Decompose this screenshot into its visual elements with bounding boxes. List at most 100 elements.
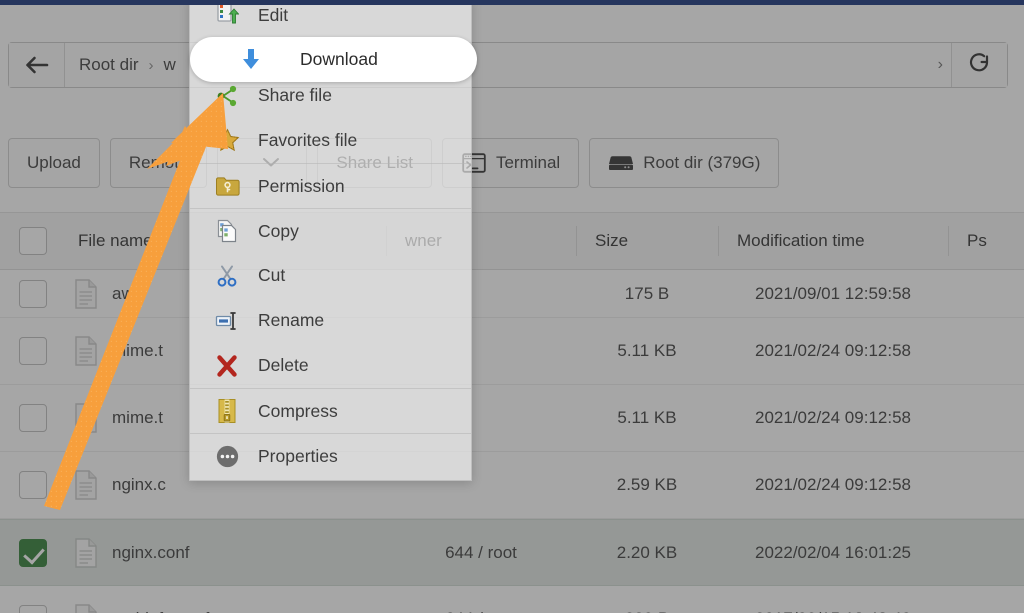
star-icon <box>214 128 240 154</box>
breadcrumb-item-1[interactable]: w <box>164 55 176 75</box>
row-file-name: nginx.c <box>112 475 166 494</box>
context-menu-item-rename[interactable]: Rename <box>190 298 471 343</box>
properties-icon <box>214 443 240 469</box>
row-file-name: mime.t <box>112 341 163 360</box>
row-checkbox-cell <box>0 279 66 308</box>
action-toolbar: Upload Remote Share List <box>8 138 1018 188</box>
row-checkbox-checked[interactable] <box>19 538 47 567</box>
header-size[interactable]: Size <box>576 226 718 256</box>
context-menu-label-edit: Edit <box>258 5 289 25</box>
delete-icon <box>214 353 240 379</box>
row-size: 2.20 KB <box>616 542 678 562</box>
breadcrumb-item-0[interactable]: Root dir <box>79 55 139 75</box>
header-modification-time[interactable]: Modification time <box>718 226 948 256</box>
context-menu-item-download[interactable]: Download <box>190 37 477 82</box>
share-icon <box>214 83 240 109</box>
scissors-icon <box>214 263 240 289</box>
context-menu-label-properties: Properties <box>258 445 338 466</box>
row-modification-time: 2022/02/04 16:01:25 <box>755 542 911 562</box>
context-menu-label-share-file: Share file <box>258 85 332 105</box>
refresh-icon <box>968 51 992 80</box>
row-size: 2.59 KB <box>616 475 678 494</box>
root-dir-button[interactable]: Root dir (379G) <box>589 138 780 188</box>
file-table: File name wner Size Modification time Ps <box>0 212 1024 613</box>
context-menu-label-copy: Copy <box>258 220 299 241</box>
row-checkbox[interactable] <box>19 471 47 499</box>
context-menu-label-favorites-file: Favorites file <box>258 130 358 150</box>
row-file-name: pathinfo.conf <box>112 609 209 613</box>
context-menu-item-delete[interactable]: Delete <box>190 343 471 388</box>
root-dir-button-label: Root dir (379G) <box>643 153 761 172</box>
browser-top-strip <box>0 0 1024 5</box>
row-owner: 644 / root <box>386 609 576 613</box>
context-menu-label-compress: Compress <box>258 400 338 421</box>
table-row[interactable]: pathinfo.conf 644 / root 289 B 2017/09/1… <box>0 586 1024 613</box>
rename-icon <box>214 308 240 334</box>
file-icon <box>74 278 98 309</box>
context-menu-item-properties[interactable]: Properties <box>190 433 471 478</box>
context-menu-label-rename: Rename <box>258 310 325 330</box>
row-checkbox-cell <box>0 471 66 499</box>
header-ps[interactable]: Ps <box>948 226 1024 256</box>
table-row[interactable]: awa 175 B 2021/09/01 12:59:58 <box>0 270 1024 318</box>
context-menu-label-permission: Permission <box>258 175 345 196</box>
row-modification-time: 2021/09/01 12:59:58 <box>755 283 911 303</box>
file-icon <box>74 403 98 433</box>
row-checkbox-cell <box>0 404 66 432</box>
table-row[interactable]: mime.t 5.11 KB 2021/02/24 09:12:58 <box>0 385 1024 452</box>
row-size: 289 B <box>576 609 718 613</box>
remote-button-label: Remote <box>128 153 189 172</box>
upload-button[interactable]: Upload <box>8 138 100 188</box>
context-menu-item-cut[interactable]: Cut <box>190 253 471 298</box>
row-checkbox[interactable] <box>19 337 47 365</box>
breadcrumb-trailing-chevron-icon: › <box>937 56 943 73</box>
row-checkbox-cell <box>0 538 66 567</box>
file-context-menu: Edit Download Download <box>189 0 477 481</box>
row-file-name: nginx.conf <box>112 542 190 562</box>
select-all-checkbox[interactable] <box>19 227 47 255</box>
hard-drive-icon <box>608 150 634 176</box>
context-menu-item-copy[interactable]: Copy <box>190 208 471 253</box>
file-manager-window: Root dir › w › Upload Remote Terminal Ro… <box>0 0 1024 613</box>
back-button[interactable] <box>9 43 65 87</box>
context-menu-label-cut: Cut <box>258 265 286 285</box>
copy-icon <box>214 218 240 244</box>
row-size: 175 B <box>624 283 670 303</box>
row-size: 5.11 KB <box>617 341 677 360</box>
context-menu-item-permission[interactable]: Permission <box>190 163 471 208</box>
context-menu-label-download: Download <box>300 49 378 69</box>
terminal-button-label: Terminal <box>495 153 561 172</box>
table-row[interactable]: mime.t 5.11 KB 2021/02/24 09:12:58 <box>0 318 1024 385</box>
context-menu-label-delete: Delete <box>258 355 309 375</box>
table-header-row: File name wner Size Modification time Ps <box>0 212 1024 270</box>
context-menu-item-compress[interactable]: Compress <box>190 388 471 433</box>
table-row-selected[interactable]: nginx.conf 644 / root 2.20 KB 2022/02/04… <box>0 519 1024 586</box>
row-owner: 644 / root <box>445 542 517 562</box>
file-icon <box>74 537 98 568</box>
row-checkbox-cell <box>0 337 66 365</box>
row-modification-time: 2021/02/24 09:12:58 <box>755 408 911 427</box>
file-icon <box>74 470 98 500</box>
row-file-name: awa <box>112 283 144 303</box>
table-row[interactable]: nginx.c 2.59 KB 2021/02/24 09:12:58 <box>0 452 1024 519</box>
row-checkbox-cell <box>0 605 66 613</box>
compress-icon <box>214 398 240 424</box>
row-modification-time: 2021/02/24 09:12:58 <box>755 341 911 360</box>
row-file-name-cell: pathinfo.conf <box>66 604 386 613</box>
row-file-name: mime.t <box>112 408 163 427</box>
arrow-left-icon <box>24 55 50 75</box>
chevron-right-icon: › <box>148 56 154 74</box>
file-icon <box>74 604 98 613</box>
context-menu-item-favorites-file[interactable]: Favorites file <box>190 118 471 163</box>
row-checkbox[interactable] <box>19 605 47 613</box>
download-icon <box>238 47 264 73</box>
folder-key-icon <box>214 173 240 199</box>
row-modification-time: 2017/09/15 13:43:42 <box>718 609 948 613</box>
refresh-button[interactable] <box>951 43 1007 87</box>
row-checkbox[interactable] <box>19 404 47 432</box>
row-modification-time: 2021/02/24 09:12:58 <box>755 475 911 494</box>
row-checkbox[interactable] <box>19 279 47 308</box>
file-icon <box>74 336 98 366</box>
select-all-cell <box>0 227 66 255</box>
path-navigation-bar: Root dir › w › <box>8 42 1008 88</box>
